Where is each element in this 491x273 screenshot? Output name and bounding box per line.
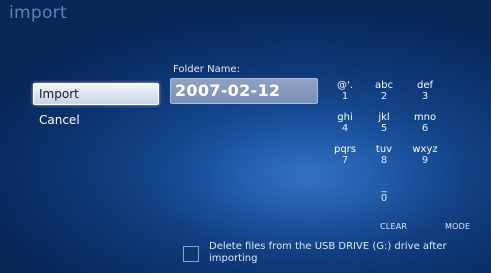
key-0-letters: _ — [381, 182, 387, 193]
key-7-digit: 7 — [341, 155, 349, 166]
key-6-letters: mno — [413, 112, 437, 123]
delete-files-label: Delete files from the USB DRIVE (G:) dri… — [209, 241, 447, 264]
action-menu: Import Cancel — [33, 83, 159, 135]
key-2-digit: 2 — [380, 91, 388, 102]
key-7[interactable]: pqrs 7 — [327, 144, 363, 166]
key-5-letters: jkl — [378, 112, 390, 123]
key-1-digit: 1 — [341, 91, 349, 102]
media-center-import-screen: import Import Cancel Folder Name: 2007-0… — [0, 0, 491, 273]
folder-name-label: Folder Name: — [173, 64, 240, 75]
import-button[interactable]: Import — [33, 83, 159, 105]
delete-files-checkbox[interactable] — [183, 246, 199, 262]
clear-button[interactable]: CLEAR — [380, 222, 407, 231]
key-8-letters: tuv — [375, 144, 393, 155]
key-3[interactable]: def 3 — [407, 80, 443, 102]
key-9[interactable]: wxyz 9 — [407, 144, 443, 166]
key-4-digit: 4 — [341, 123, 349, 134]
key-0[interactable]: _ 0 — [366, 182, 402, 204]
key-6-digit: 6 — [421, 123, 429, 134]
mode-button[interactable]: MODE — [445, 222, 470, 231]
key-8[interactable]: tuv 8 — [366, 144, 402, 166]
key-8-digit: 8 — [380, 155, 388, 166]
key-5[interactable]: jkl 5 — [366, 112, 402, 134]
key-6[interactable]: mno 6 — [407, 112, 443, 134]
key-9-letters: wxyz — [412, 144, 438, 155]
key-4[interactable]: ghi 4 — [327, 112, 363, 134]
key-7-letters: pqrs — [333, 144, 357, 155]
key-4-letters: ghi — [337, 112, 353, 123]
key-2-letters: abc — [375, 80, 393, 91]
key-5-digit: 5 — [380, 123, 388, 134]
key-0-digit: 0 — [380, 193, 388, 204]
onscreen-keypad: @'. 1 abc 2 def 3 ghi 4 jkl 5 mno 6 pqrs… — [327, 80, 491, 231]
key-2[interactable]: abc 2 — [366, 80, 402, 102]
key-3-digit: 3 — [421, 91, 429, 102]
key-1[interactable]: @'. 1 — [327, 80, 363, 102]
key-1-letters: @'. — [337, 80, 353, 91]
cancel-button[interactable]: Cancel — [33, 109, 159, 131]
folder-name-input[interactable]: 2007-02-12 — [170, 78, 318, 104]
key-3-letters: def — [416, 80, 434, 91]
screen-title: import — [9, 3, 67, 23]
key-9-digit: 9 — [421, 155, 429, 166]
